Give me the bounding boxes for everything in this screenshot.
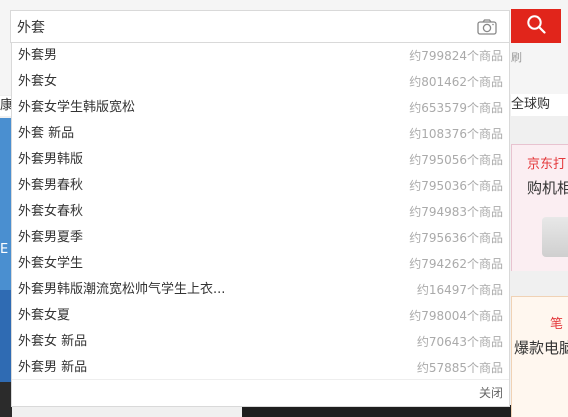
suggestion-count: 约795056个商品	[409, 153, 503, 167]
suggestion-item[interactable]: 外套女春秋 约794983个商品	[12, 199, 509, 225]
suggestion-count: 约16497个商品	[416, 283, 503, 297]
suggestion-keyword: 外套女学生韩版宽松	[18, 100, 136, 115]
suggestion-count: 约108376个商品	[409, 127, 503, 141]
suggestion-keyword: 外套男韩版	[18, 152, 84, 167]
search-suggestion-dropdown: 外套男 约799824个商品 外套女 约801462个商品 外套女学生韩版宽松 …	[11, 43, 510, 407]
search-button[interactable]	[511, 9, 561, 43]
suggestion-keyword: 外套女春秋	[18, 204, 84, 219]
suggestion-item[interactable]: 外套女学生韩版宽松 约653579个商品	[12, 95, 509, 121]
suggestion-count: 约794983个商品	[409, 205, 503, 219]
suggestion-item[interactable]: 外套女 约801462个商品	[12, 69, 509, 95]
suggestion-item[interactable]: 外套女学生 约794262个商品	[12, 251, 509, 277]
background-hot-word: 刷	[511, 51, 522, 64]
suggestion-keyword: 外套 新品	[18, 126, 75, 141]
suggestion-count: 约798004个商品	[409, 309, 503, 323]
dropdown-footer: 关闭	[12, 379, 509, 406]
suggestion-keyword: 外套女学生	[18, 256, 84, 271]
suggestion-keyword: 外套男夏季	[18, 230, 84, 245]
promo-card-laptop[interactable]: 笔 爆款电脑	[511, 296, 568, 417]
suggestion-item[interactable]: 外套男夏季 约795636个商品	[12, 225, 509, 251]
search-input[interactable]	[11, 11, 477, 42]
printer-image	[542, 217, 568, 257]
suggestion-item[interactable]: 外套男 约799824个商品	[12, 43, 509, 69]
suggestion-list: 外套男 约799824个商品 外套女 约801462个商品 外套女学生韩版宽松 …	[12, 43, 509, 381]
suggestion-item[interactable]: 外套女 新品 约70643个商品	[12, 329, 509, 355]
suggestion-count: 约57885个商品	[416, 361, 503, 375]
suggestion-keyword: 外套男	[18, 48, 58, 63]
suggestion-keyword: 外套男春秋	[18, 178, 84, 193]
suggestion-count: 约795036个商品	[409, 179, 503, 193]
promo-card-printer[interactable]: 京东打 购机相	[511, 144, 568, 271]
promo-card-title: 笔	[550, 317, 564, 332]
suggestion-item[interactable]: 外套男韩版潮流宽松帅气学生上衣... 约16497个商品	[12, 277, 509, 303]
search-icon	[526, 14, 546, 38]
suggestion-keyword: 外套女	[18, 74, 58, 89]
suggestion-item[interactable]: 外套 新品 约108376个商品	[12, 121, 509, 147]
suggestion-item[interactable]: 外套男春秋 约795036个商品	[12, 173, 509, 199]
suggestion-item[interactable]: 外套女夏 约798004个商品	[12, 303, 509, 329]
suggestion-count: 约801462个商品	[409, 75, 503, 89]
suggestion-count: 约795636个商品	[409, 231, 503, 245]
promo-card-subtitle: 爆款电脑	[514, 339, 568, 357]
suggestion-count: 约799824个商品	[409, 49, 503, 63]
suggestion-count: 约70643个商品	[416, 335, 503, 349]
suggestion-item[interactable]: 外套男韩版 约795056个商品	[12, 147, 509, 173]
suggestion-keyword: 外套男韩版潮流宽松帅气学生上衣...	[18, 282, 226, 297]
suggestion-count: 约653579个商品	[409, 101, 503, 115]
search-box	[10, 10, 510, 43]
camera-icon[interactable]	[477, 19, 497, 35]
nav-global-shopping[interactable]: 全球购	[511, 94, 568, 116]
suggestion-keyword: 外套女夏	[18, 308, 71, 323]
suggestion-keyword: 外套男 新品	[18, 360, 88, 375]
close-dropdown-button[interactable]: 关闭	[479, 384, 503, 401]
page: 康 E 刷 全球购 京东打 购机相 笔 爆款电脑	[0, 0, 568, 417]
promo-card-title: 京东打	[527, 157, 567, 172]
suggestion-keyword: 外套女 新品	[18, 334, 88, 349]
promo-card-subtitle: 购机相	[527, 179, 568, 197]
suggestion-item[interactable]: 外套男 新品 约57885个商品	[12, 355, 509, 381]
suggestion-count: 约794262个商品	[409, 257, 503, 271]
